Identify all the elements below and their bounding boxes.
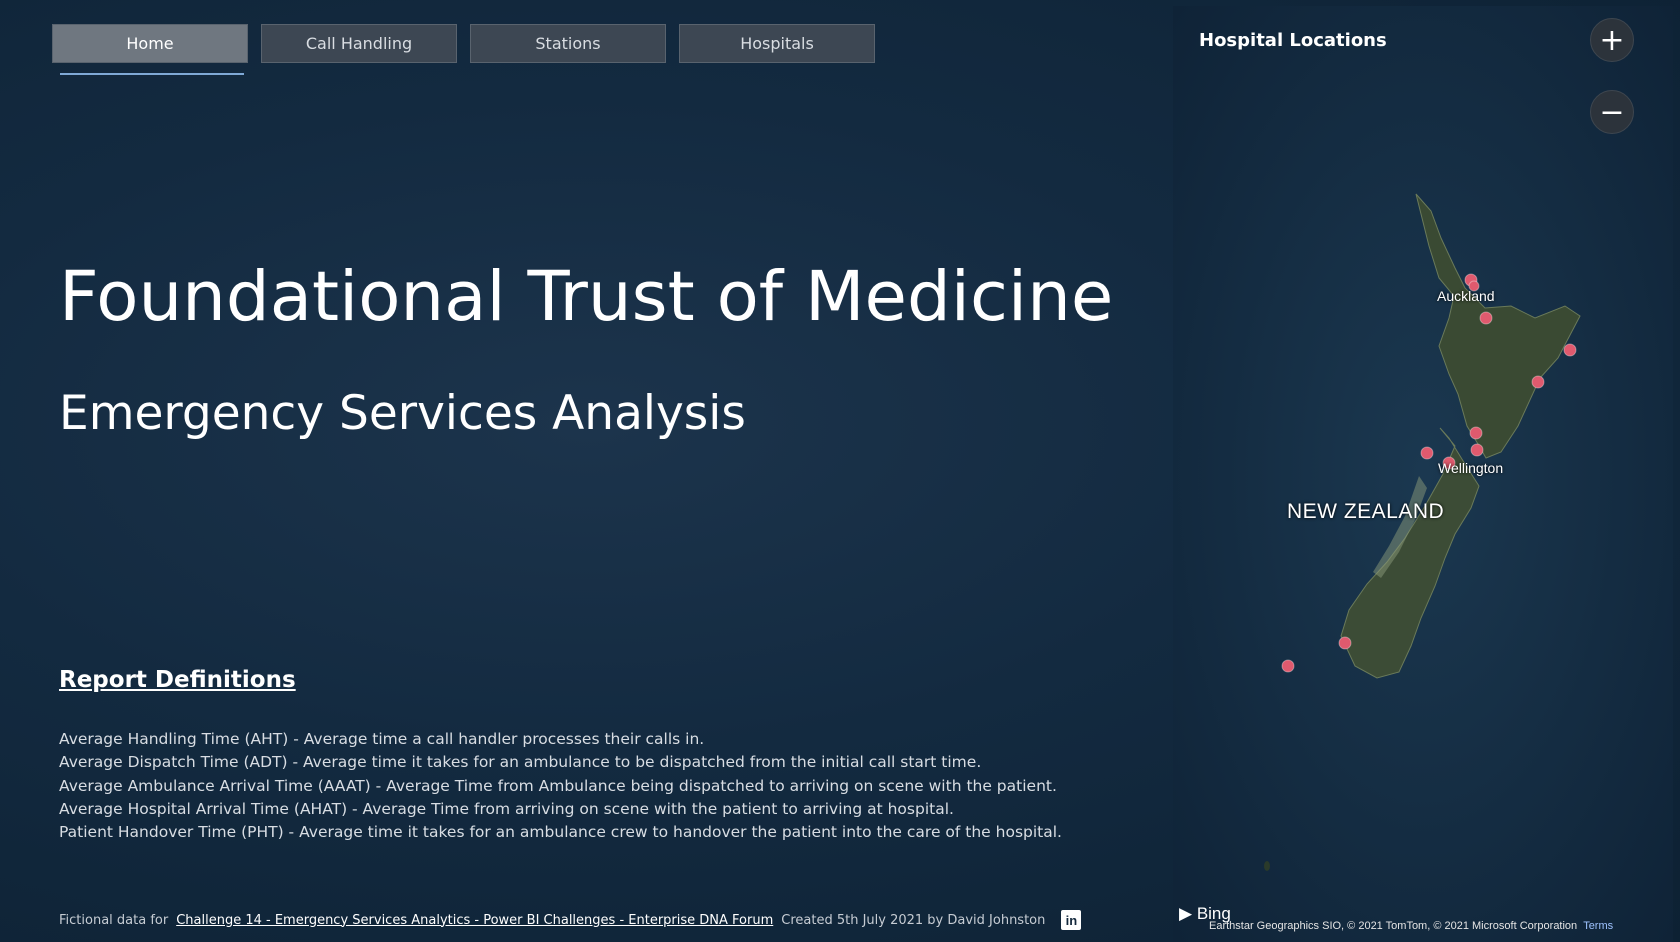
tab-call-handling[interactable]: Call Handling [261, 24, 457, 63]
tab-home[interactable]: Home [52, 24, 248, 63]
hospital-map[interactable]: Hospital Locations + − Auckland Wellingt… [1173, 6, 1673, 942]
zoom-out-button[interactable]: − [1590, 90, 1634, 134]
terms-link[interactable]: Terms [1583, 920, 1613, 932]
forum-link[interactable]: Challenge 14 - Emergency Services Analyt… [176, 913, 773, 928]
map-attribution: Earthstar Geographics SIO, © 2021 TomTom… [1209, 920, 1613, 932]
page-subtitle: Emergency Services Analysis [59, 386, 746, 441]
tab-stations[interactable]: Stations [470, 24, 666, 63]
definitions-list: Average Handling Time (AHT) - Average ti… [59, 728, 1062, 844]
nav-tabs: Home Call Handling Stations Hospitals [52, 24, 875, 63]
definition-item: Average Dispatch Time (ADT) - Average ti… [59, 753, 982, 772]
bing-icon: ▶ [1179, 904, 1193, 923]
definition-item: Patient Handover Time (PHT) - Average ti… [59, 823, 1062, 842]
definition-item: Average Handling Time (AHT) - Average ti… [59, 730, 705, 748]
definition-item: Average Hospital Arrival Time (AHAT) - A… [59, 799, 954, 818]
tab-hospitals[interactable]: Hospitals [679, 24, 875, 63]
city-label-wellington: Wellington [1438, 460, 1504, 476]
map-canvas [1173, 6, 1673, 942]
attribution-text: Earthstar Geographics SIO, © 2021 TomTom… [1209, 920, 1578, 932]
footer-prefix: Fictional data for [59, 912, 169, 928]
city-label-auckland: Auckland [1437, 288, 1495, 304]
map-title: Hospital Locations [1199, 30, 1387, 51]
definition-item: Average Ambulance Arrival Time (AAAT) - … [59, 776, 1057, 795]
page-title: Foundational Trust of Medicine [59, 257, 1114, 337]
country-label: NEW ZEALAND [1287, 500, 1445, 523]
footer: Fictional data for Challenge 14 - Emerge… [59, 910, 1082, 930]
linkedin-icon[interactable]: in [1061, 910, 1082, 930]
definitions-heading: Report Definitions [59, 667, 296, 693]
zoom-in-button[interactable]: + [1590, 18, 1634, 62]
active-tab-indicator [60, 73, 244, 75]
footer-created: Created 5th July 2021 by David Johnston [781, 912, 1046, 928]
